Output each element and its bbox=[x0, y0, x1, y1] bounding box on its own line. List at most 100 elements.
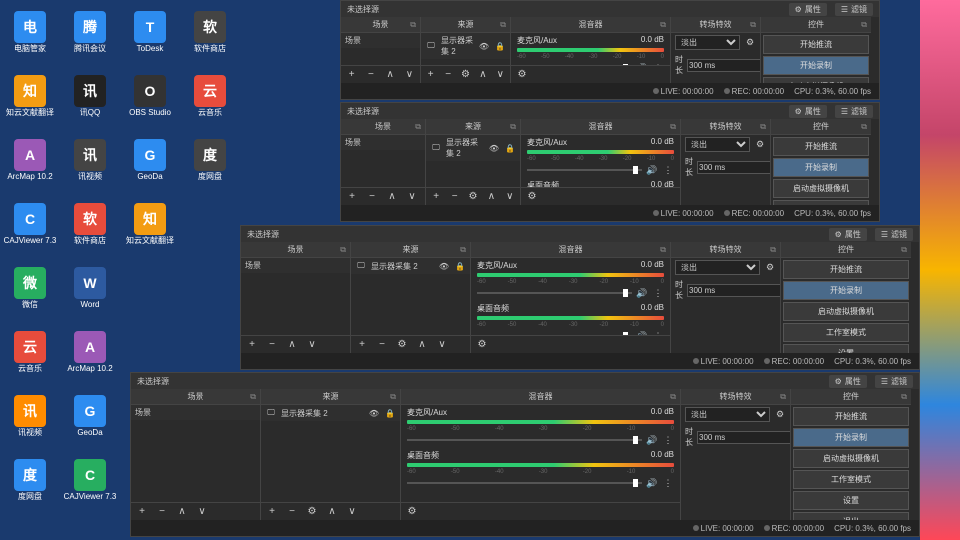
filters-button[interactable]: ☰滤镜 bbox=[875, 375, 913, 388]
more-icon[interactable]: ⋮ bbox=[662, 477, 674, 489]
popout-icon[interactable]: ⧉ bbox=[750, 20, 756, 30]
popout-icon[interactable]: ⧉ bbox=[770, 245, 776, 255]
popout-icon[interactable]: ⧉ bbox=[901, 245, 907, 255]
desktop-icon[interactable]: 讯讯视频 bbox=[60, 128, 120, 192]
remove-button[interactable]: − bbox=[155, 505, 169, 519]
up-button[interactable]: ∧ bbox=[384, 68, 397, 82]
up-button[interactable]: ∧ bbox=[485, 190, 497, 204]
popout-icon[interactable]: ⧉ bbox=[340, 245, 346, 255]
exit-button[interactable]: 退出 bbox=[793, 512, 909, 520]
eye-icon[interactable]: 👁 bbox=[478, 40, 490, 52]
desktop-icon[interactable]: 度度网盘 bbox=[180, 128, 240, 192]
filters-button[interactable]: ☰滤镜 bbox=[875, 228, 913, 241]
more-icon[interactable]: ⋮ bbox=[662, 164, 674, 176]
desktop-icon[interactable]: CCAJViewer 7.3 bbox=[0, 192, 60, 256]
start-stream-button[interactable]: 开始推流 bbox=[773, 137, 869, 156]
up-button[interactable]: ∧ bbox=[477, 68, 488, 82]
desktop-icon[interactable]: AArcMap 10.2 bbox=[60, 320, 120, 384]
transition-select[interactable]: 淡出 bbox=[675, 35, 740, 50]
duration-input[interactable] bbox=[697, 161, 770, 174]
up-button[interactable]: ∧ bbox=[325, 505, 339, 519]
desktop-icon[interactable]: WWord bbox=[60, 256, 120, 320]
speaker-icon[interactable]: 🔊 bbox=[636, 287, 648, 299]
lock-icon[interactable]: 🔒 bbox=[384, 407, 396, 419]
speaker-icon[interactable]: 🔊 bbox=[646, 164, 658, 176]
desktop-icon[interactable]: GGeoDa bbox=[60, 384, 120, 448]
desktop-icon[interactable] bbox=[120, 256, 180, 320]
desktop-icon[interactable]: 电电脑管家 bbox=[0, 0, 60, 64]
desktop-icon[interactable]: 讯讯视频 bbox=[0, 384, 60, 448]
source-item[interactable]: 🖵 显示器采集 2 👁 🔒 bbox=[421, 33, 510, 59]
gear-icon[interactable]: ⚙ bbox=[525, 190, 539, 204]
popout-icon[interactable]: ⧉ bbox=[660, 245, 666, 255]
remove-button[interactable]: − bbox=[442, 68, 453, 82]
popout-icon[interactable]: ⧉ bbox=[901, 392, 907, 402]
add-button[interactable]: + bbox=[345, 190, 359, 204]
desktop-icon[interactable]: AArcMap 10.2 bbox=[0, 128, 60, 192]
remove-button[interactable]: − bbox=[365, 190, 379, 204]
popout-icon[interactable]: ⧉ bbox=[670, 392, 676, 402]
virtual-cam-button[interactable]: 启动虚拟摄像机 bbox=[793, 449, 909, 468]
studio-mode-button[interactable]: 工作室模式 bbox=[793, 470, 909, 489]
popout-icon[interactable]: ⧉ bbox=[500, 20, 506, 30]
source-item[interactable]: 🖵 显示器采集 2 👁 🔒 bbox=[351, 258, 470, 274]
down-button[interactable]: ∨ bbox=[405, 190, 419, 204]
duration-input[interactable] bbox=[687, 284, 780, 297]
properties-button[interactable]: ⚙属性 bbox=[829, 375, 867, 388]
gear-icon[interactable]: ⚙ bbox=[405, 505, 419, 519]
lock-icon[interactable]: 🔒 bbox=[494, 40, 506, 52]
transition-select[interactable]: 淡出 bbox=[675, 260, 760, 275]
popout-icon[interactable]: ⧉ bbox=[780, 392, 786, 402]
start-record-button[interactable]: 开始录制 bbox=[773, 158, 869, 177]
volume-slider[interactable] bbox=[407, 439, 642, 441]
up-button[interactable]: ∧ bbox=[415, 338, 429, 352]
volume-slider[interactable] bbox=[527, 169, 642, 171]
desktop-icon[interactable] bbox=[180, 192, 240, 256]
filters-button[interactable]: ☰滤镜 bbox=[835, 3, 873, 16]
add-button[interactable]: + bbox=[430, 190, 442, 204]
desktop-icon[interactable]: CCAJViewer 7.3 bbox=[60, 448, 120, 512]
scene-item[interactable]: 场景 bbox=[131, 405, 260, 420]
start-stream-button[interactable]: 开始推流 bbox=[793, 407, 909, 426]
gear-icon[interactable]: ⚙ bbox=[744, 37, 756, 49]
studio-mode-button[interactable]: 工作室模式 bbox=[783, 323, 909, 342]
start-record-button[interactable]: 开始录制 bbox=[763, 56, 869, 75]
transition-select[interactable]: 淡出 bbox=[685, 137, 750, 152]
lock-icon[interactable]: 🔒 bbox=[454, 260, 466, 272]
down-button[interactable]: ∨ bbox=[504, 190, 516, 204]
desktop-icon[interactable]: 云云音乐 bbox=[0, 320, 60, 384]
duration-input[interactable] bbox=[687, 59, 760, 72]
gear-icon[interactable]: ⚙ bbox=[475, 338, 489, 352]
virtual-cam-button[interactable]: 启动虚拟摄像机 bbox=[783, 302, 909, 321]
popout-icon[interactable]: ⧉ bbox=[460, 245, 466, 255]
popout-icon[interactable]: ⧉ bbox=[415, 122, 421, 132]
down-button[interactable]: ∨ bbox=[403, 68, 416, 82]
speaker-icon[interactable]: 🔊 bbox=[646, 477, 658, 489]
start-record-button[interactable]: 开始录制 bbox=[793, 428, 909, 447]
eye-icon[interactable]: 👁 bbox=[438, 260, 450, 272]
scene-item[interactable]: 场景 bbox=[341, 33, 420, 48]
more-icon[interactable]: ⋮ bbox=[652, 287, 664, 299]
popout-icon[interactable]: ⧉ bbox=[670, 122, 676, 132]
properties-button[interactable]: ⚙属性 bbox=[789, 105, 827, 118]
gear-icon[interactable]: ⚙ bbox=[460, 68, 471, 82]
desktop-icon[interactable]: 云云音乐 bbox=[180, 64, 240, 128]
popout-icon[interactable]: ⧉ bbox=[410, 20, 416, 30]
source-item[interactable]: 🖵 显示器采集 2 👁 🔒 bbox=[261, 405, 400, 421]
remove-button[interactable]: − bbox=[448, 190, 460, 204]
popout-icon[interactable]: ⧉ bbox=[861, 122, 867, 132]
desktop-icon[interactable]: 知知云文献翻译 bbox=[120, 192, 180, 256]
desktop-icon[interactable]: 微微信 bbox=[0, 256, 60, 320]
speaker-icon[interactable]: 🔊 bbox=[646, 434, 658, 446]
down-button[interactable]: ∨ bbox=[495, 68, 506, 82]
popout-icon[interactable]: ⧉ bbox=[861, 20, 867, 30]
start-stream-button[interactable]: 开始推流 bbox=[783, 260, 909, 279]
gear-icon[interactable]: ⚙ bbox=[515, 68, 529, 82]
remove-button[interactable]: − bbox=[265, 338, 279, 352]
scene-item[interactable]: 场景 bbox=[341, 135, 425, 150]
volume-slider[interactable] bbox=[477, 292, 632, 294]
remove-button[interactable]: − bbox=[375, 338, 389, 352]
gear-icon[interactable]: ⚙ bbox=[754, 139, 766, 151]
add-button[interactable]: + bbox=[265, 505, 279, 519]
gear-icon[interactable]: ⚙ bbox=[305, 505, 319, 519]
